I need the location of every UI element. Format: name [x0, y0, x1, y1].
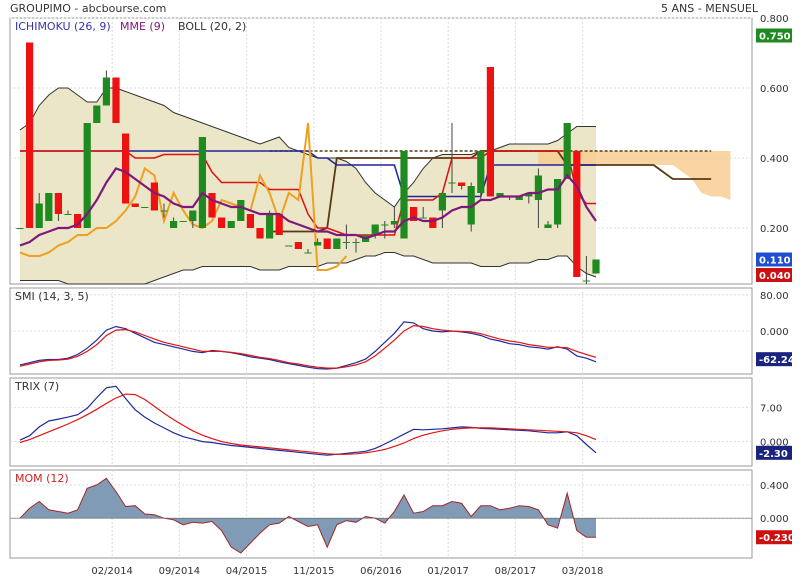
candle-body — [294, 242, 302, 249]
legend-label: ICHIMOKU (26, 9) — [15, 20, 111, 33]
candle-body — [256, 228, 264, 239]
legend-label: SMI (14, 3, 5) — [15, 290, 89, 303]
candle-body — [582, 280, 590, 282]
candle-body — [477, 151, 485, 193]
x-tick-label: 09/2014 — [159, 566, 201, 577]
candle-body — [573, 151, 581, 277]
candle-body — [170, 221, 178, 228]
candle-body — [333, 238, 341, 249]
candle-body — [544, 224, 552, 228]
candle-body — [563, 123, 571, 179]
value-badge-label: 0.750 — [759, 32, 791, 43]
value-badge-label: -0.230 — [759, 533, 795, 544]
y-tick-label: 0.000 — [760, 514, 789, 525]
candle-body — [112, 77, 120, 123]
candle-body — [381, 224, 389, 226]
candle-body — [458, 182, 466, 186]
value-badge-label: -62.24 — [759, 355, 795, 366]
candle-body — [218, 217, 226, 228]
candle-body — [160, 210, 168, 212]
candle-body — [342, 242, 350, 243]
panel-price: 0.800 0.600 0.400 0.200 ICHIMOKU (26, 9) MME … — [9, 14, 792, 285]
x-tick-label: 04/2015 — [226, 566, 268, 577]
candle-body — [93, 105, 101, 123]
y-tick-label: 0.400 — [760, 154, 789, 165]
y-tick-label: 7.00 — [760, 403, 782, 414]
candle-body — [323, 238, 331, 249]
candle-body — [227, 221, 235, 228]
candle-body — [592, 259, 600, 274]
y-tick-label: 0.600 — [760, 84, 789, 95]
candle-body — [390, 221, 398, 225]
x-tick-label: 11/2015 — [293, 566, 335, 577]
legend-label: TRIX (7) — [14, 380, 59, 393]
candle-body — [198, 137, 206, 228]
candle-body — [16, 228, 24, 229]
value-badge-label: -2.30 — [759, 449, 788, 460]
candle-body — [122, 133, 130, 204]
x-tick-label: 08/2017 — [495, 566, 537, 577]
source-title: GROUPIMO - abcbourse.com — [10, 2, 167, 15]
candle-body — [54, 193, 62, 214]
candle-body — [352, 242, 360, 243]
x-tick-label: 02/2014 — [91, 566, 133, 577]
chart-canvas: 0.800 0.600 0.400 0.200 ICHIMOKU (26, 9) MME … — [9, 14, 795, 577]
candle-body — [26, 42, 34, 228]
candle-body — [208, 193, 216, 218]
candle-body — [189, 210, 197, 221]
candle-body — [285, 245, 293, 247]
candle-body — [131, 203, 139, 207]
candle-body — [266, 214, 274, 239]
panel-smi: 80.00 0.000 SMI (14, 3, 5) -62.24 — [9, 287, 795, 375]
panel-mom: 0.400 0.000 MOM (12) -0.230 — [9, 469, 795, 559]
y-tick-label: 80.00 — [760, 291, 789, 302]
candle-body — [141, 207, 149, 208]
candle-body — [419, 217, 427, 219]
y-tick-label: 0.400 — [760, 481, 789, 492]
candle-body — [150, 182, 158, 211]
candle-body — [534, 175, 542, 200]
y-tick-label: 0.200 — [760, 224, 789, 235]
candle-body — [64, 214, 72, 215]
period-label: 5 ANS - MENSUEL — [661, 2, 758, 15]
candle-body — [246, 214, 254, 228]
candle-body — [304, 252, 312, 254]
candle-body — [102, 77, 110, 106]
y-tick-label: 0.800 — [760, 14, 789, 25]
value-badge-label: 0.110 — [759, 256, 791, 267]
x-tick-label: 06/2016 — [360, 566, 402, 577]
candle-body — [448, 182, 456, 184]
panel-trix: 7.000.000TRIX (7)-2.30 — [9, 377, 792, 467]
x-tick-label: 03/2018 — [562, 566, 604, 577]
candle-body — [438, 193, 446, 211]
candle-body — [45, 193, 53, 221]
legend-label: MOM (12) — [15, 472, 69, 485]
candle-body — [35, 203, 43, 228]
x-tick-label: 01/2017 — [427, 566, 469, 577]
y-tick-label: 0.000 — [760, 327, 789, 338]
candle-body — [314, 242, 322, 246]
value-badge-label: 0.040 — [759, 271, 791, 282]
legend-label: BOLL (20, 2) — [178, 20, 246, 33]
candle-body — [179, 221, 187, 222]
candle-body — [237, 200, 245, 221]
legend-label: MME (9) — [120, 20, 165, 33]
candle-body — [486, 67, 494, 197]
